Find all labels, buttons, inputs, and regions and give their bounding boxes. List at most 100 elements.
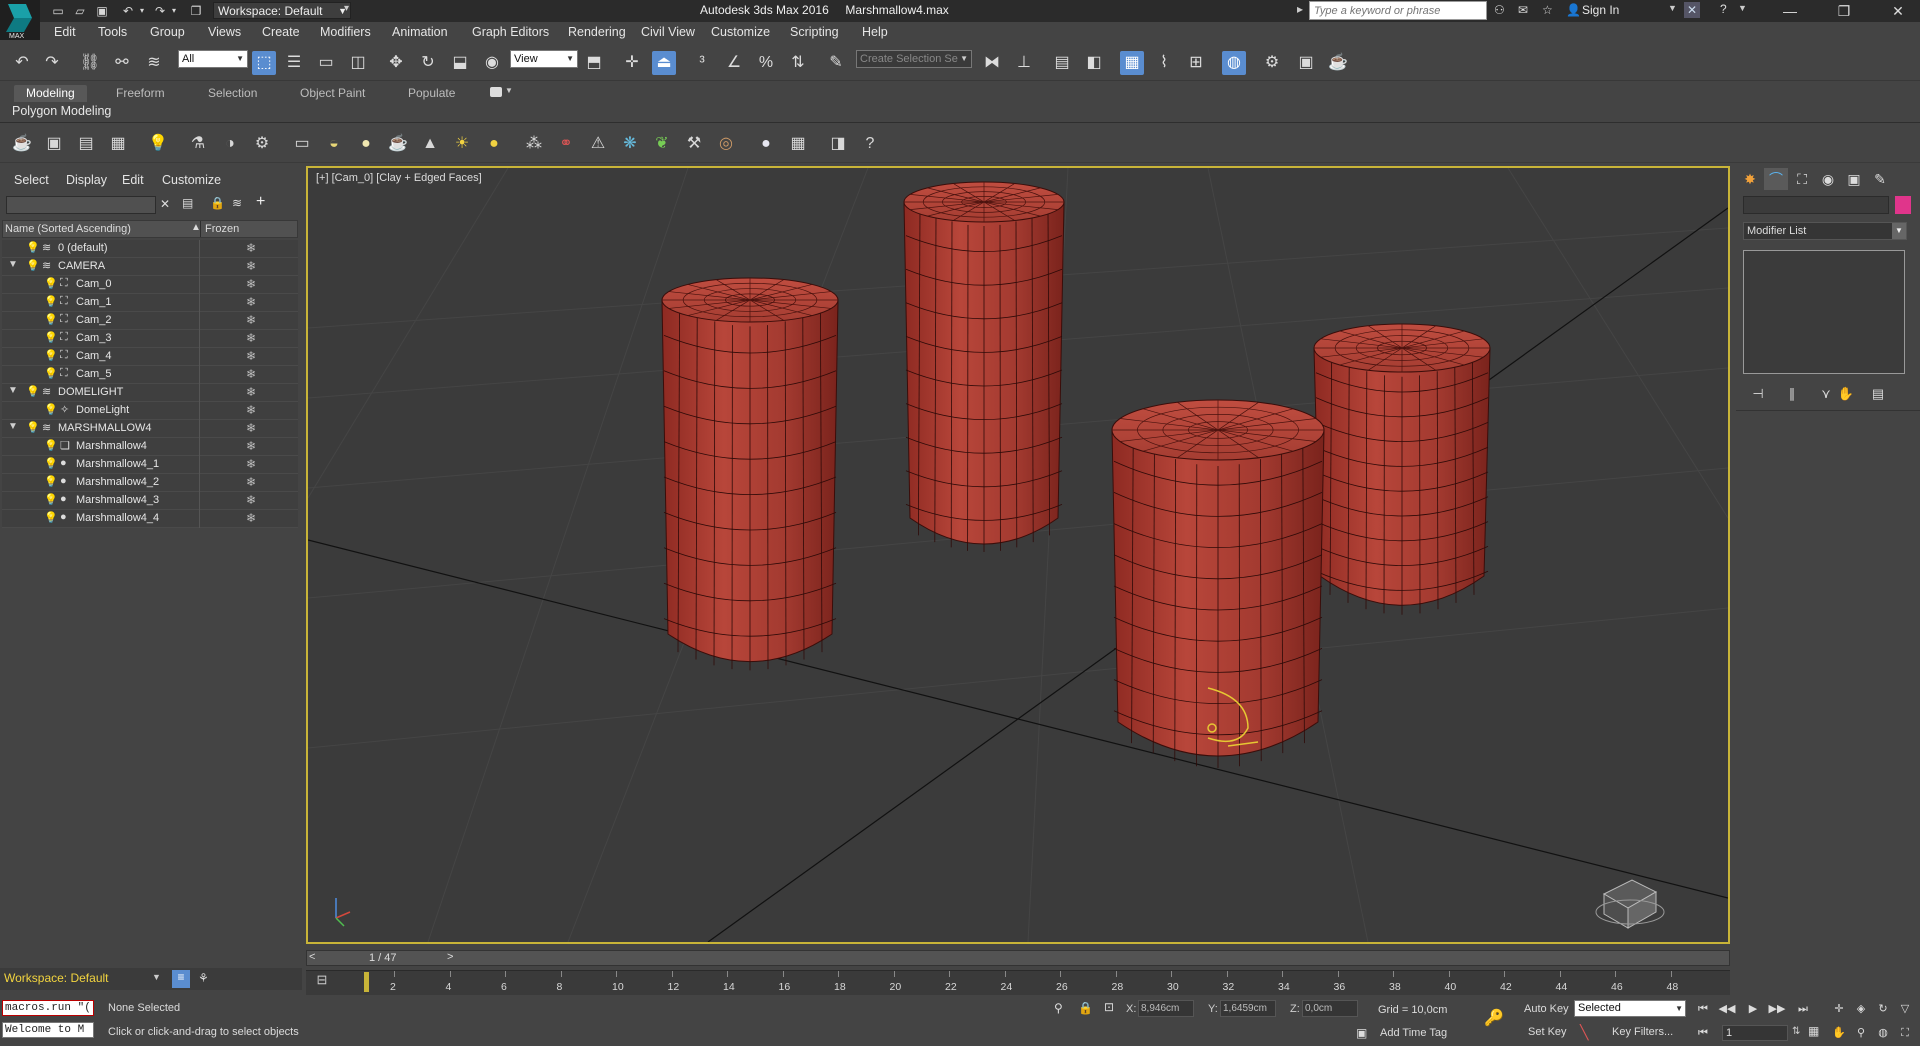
rendered-frame-window-icon[interactable]: ▣ [1294, 51, 1318, 75]
freeze-toggle-icon[interactable]: ❄ [246, 475, 256, 489]
freeze-toggle-icon[interactable]: ❄ [246, 493, 256, 507]
time-slider-prev[interactable]: < [309, 951, 315, 963]
pan-icon[interactable]: ✋ [1830, 1025, 1848, 1041]
show-end-result-icon[interactable]: ∥ [1780, 384, 1804, 404]
x-coord-field[interactable]: 8,946cm [1138, 1000, 1194, 1017]
mass-fx-icon[interactable]: ⚒ [682, 132, 706, 156]
unlink-icon[interactable]: ⚯ [110, 51, 134, 75]
play-icon[interactable]: ▶ [1744, 1001, 1762, 1017]
sign-in-link[interactable]: Sign In [1582, 3, 1619, 17]
scene-explorer-row[interactable]: 💡 ✧ DomeLight ❄ [2, 402, 298, 420]
zoom-icon[interactable]: ✛ [1830, 1001, 1848, 1017]
tab-modeling[interactable]: Modeling [14, 85, 87, 102]
scene-explorer-row[interactable]: ▼ 💡 ≋ DOMELIGHT ❄ [2, 384, 298, 402]
cone-primitive-icon[interactable]: ▲ [418, 132, 442, 156]
freeze-toggle-icon[interactable]: ❄ [246, 385, 256, 399]
scene-explorer-row[interactable]: 💡 ⛶ Cam_2 ❄ [2, 312, 298, 330]
minimize-button[interactable]: — [1768, 0, 1812, 22]
scene-menu-edit[interactable]: Edit [122, 173, 144, 187]
ribbon-panel-title[interactable]: Polygon Modeling [12, 104, 172, 122]
search-input[interactable] [1309, 1, 1487, 20]
time-tag-icon[interactable]: ▣ [1356, 1026, 1367, 1040]
placement-icon[interactable]: ◉ [480, 51, 504, 75]
close-button[interactable]: ✕ [1876, 0, 1920, 22]
render-setup-icon[interactable]: ⚙ [1260, 51, 1284, 75]
display-panel-icon[interactable]: ▣ [1842, 168, 1866, 190]
freeze-toggle-icon[interactable]: ❄ [246, 439, 256, 453]
hierarchy-panel-icon[interactable]: ⛶ [1790, 168, 1814, 190]
communication-center-icon[interactable]: ✉ [1518, 3, 1528, 17]
freeze-toggle-icon[interactable]: ❄ [246, 277, 256, 291]
filter-list-icon[interactable]: ▤ [182, 196, 193, 210]
y-coord-field[interactable]: 1,6459cm [1220, 1000, 1276, 1017]
configure-modifier-sets-icon[interactable]: ▤ [1866, 384, 1890, 404]
curve-editor-icon[interactable]: ⌇ [1152, 51, 1176, 75]
visibility-bulb-icon[interactable]: 💡 [44, 493, 58, 506]
visibility-bulb-icon[interactable]: 💡 [26, 241, 40, 254]
freeze-toggle-icon[interactable]: ❄ [246, 367, 256, 381]
clear-search-icon[interactable]: ✕ [160, 197, 170, 211]
tab-selection[interactable]: Selection [196, 85, 269, 102]
mini-curve-editor-icon[interactable]: ⊟ [310, 972, 334, 992]
scene-explorer-row[interactable]: ▼ 💡 ≋ CAMERA ❄ [2, 258, 298, 276]
window-crossing-icon[interactable]: ◫ [346, 51, 370, 75]
visibility-bulb-icon[interactable]: 💡 [44, 511, 58, 524]
current-frame-field[interactable]: 1 [1722, 1025, 1788, 1041]
modify-panel-icon[interactable]: ⌒ [1764, 168, 1788, 190]
ribbon-options-icon[interactable] [490, 87, 502, 97]
freeze-toggle-icon[interactable]: ❄ [246, 259, 256, 273]
render-production-icon[interactable]: ☕ [1326, 51, 1350, 75]
column-name-header[interactable]: Name (Sorted Ascending) [5, 223, 131, 235]
open-file-icon[interactable]: ▱ [72, 3, 88, 19]
scene-explorer-row[interactable]: 💡 ⛶ Cam_5 ❄ [2, 366, 298, 384]
field-of-view-icon[interactable]: ▽ [1896, 1001, 1914, 1017]
percent-snap-icon[interactable]: % [754, 51, 778, 75]
menu-create[interactable]: Create [262, 25, 300, 39]
key-mode-selection-dropdown[interactable]: Selected ▼ [1574, 1000, 1686, 1017]
mirror-icon[interactable]: ⧓ [980, 51, 1004, 75]
marshmallow-mesh[interactable] [903, 181, 1065, 552]
visibility-bulb-icon[interactable]: 💡 [44, 349, 58, 362]
visibility-bulb-icon[interactable]: 💡 [44, 313, 58, 326]
visibility-bulb-icon[interactable]: 💡 [26, 385, 40, 398]
help-icon[interactable]: ? [1720, 2, 1727, 16]
menu-group[interactable]: Group [150, 25, 185, 39]
edit-named-selection-icon[interactable]: ✎ [824, 51, 848, 75]
set-key-button[interactable]: Set Key [1528, 1026, 1567, 1038]
time-slider-next[interactable]: > [447, 951, 453, 963]
save-file-icon[interactable]: ▣ [94, 3, 110, 19]
expander-icon[interactable]: ▼ [8, 421, 18, 432]
plane-primitive-icon[interactable]: ▭ [290, 132, 314, 156]
selection-lock-icon[interactable]: 🔒 [1078, 1001, 1093, 1015]
time-cursor[interactable] [364, 972, 369, 992]
scene-explorer-row[interactable]: 💡 ● Marshmallow4_2 ❄ [2, 474, 298, 492]
modifier-stack[interactable] [1743, 250, 1905, 374]
chevron-down-icon[interactable]: ▼ [505, 86, 513, 95]
visibility-bulb-icon[interactable]: 💡 [26, 259, 40, 272]
default-in-out-tangent-icon[interactable]: ╲ [1580, 1024, 1588, 1041]
favorites-star-icon[interactable]: ☆ [1542, 3, 1553, 17]
maxscript-listener-output[interactable]: Welcome to M [2, 1022, 94, 1038]
teapot-primitive-icon[interactable]: ☕ [386, 132, 410, 156]
angle-snap-icon[interactable]: ∠ [722, 51, 746, 75]
zoom-all-icon[interactable]: ◈ [1852, 1001, 1870, 1017]
layer-manager-icon[interactable]: ▤ [74, 132, 98, 156]
binoculars-icon[interactable]: ⚇ [1494, 3, 1505, 17]
visibility-bulb-icon[interactable]: 💡 [44, 439, 58, 452]
isolate-selection-icon[interactable]: ⚲ [1054, 1001, 1063, 1015]
align-icon[interactable]: ⊥ [1012, 51, 1036, 75]
key-filters-button[interactable]: Key Filters... [1612, 1026, 1673, 1038]
menu-tools[interactable]: Tools [98, 25, 127, 39]
marshmallow-mesh[interactable] [661, 277, 839, 671]
restore-button[interactable]: ❐ [1822, 0, 1866, 22]
project-folder-icon[interactable]: ❐ [188, 3, 204, 19]
freeze-toggle-icon[interactable]: ❄ [246, 313, 256, 327]
scene-search-input[interactable] [6, 196, 156, 214]
orbit-icon[interactable]: ↻ [1874, 1001, 1892, 1017]
menu-edit[interactable]: Edit [54, 25, 76, 39]
scene-menu-display[interactable]: Display [66, 173, 107, 187]
layer-view-icon[interactable]: ≡ [172, 970, 190, 988]
chevron-down-icon[interactable]: ▼ [152, 972, 161, 982]
scene-explorer-row[interactable]: 💡 ● Marshmallow4_4 ❄ [2, 510, 298, 528]
expander-icon[interactable]: ▼ [8, 385, 18, 396]
